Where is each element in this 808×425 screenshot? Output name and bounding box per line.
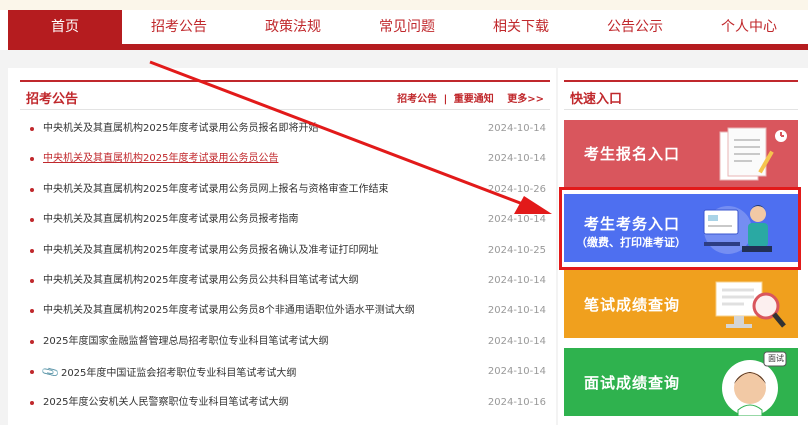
news-title-link[interactable]: 中央机关及其直属机构2025年度考试录用公务员8个非通用语职位外语水平测试大纲 — [43, 296, 415, 326]
news-item: 2025年度国家金融监督管理总局招考职位专业科目笔试考试大纲 2024-10-14 — [26, 327, 550, 357]
document-illustration-icon — [719, 127, 789, 181]
bullet-dot — [30, 370, 34, 375]
news-item: 中央机关及其直属机构2025年度考试录用公务员报名即将开始 2024-10-14 — [26, 114, 550, 144]
news-date: 2024-10-14 — [487, 153, 546, 165]
announcements-header: 招考公告 招考公告 | 重要通知 更多>> — [20, 80, 550, 110]
quick-entry-header: 快速入口 — [564, 80, 798, 110]
news-title-link[interactable]: 中央机关及其直属机构2025年度考试录用公务员报名确认及准考证打印网址 — [43, 236, 378, 266]
bullet-dot — [30, 278, 34, 283]
link-important-notices[interactable]: 重要通知 — [454, 94, 494, 105]
news-item: 中央机关及其直属机构2025年度考试录用公务员报考指南 2024-10-14 — [26, 205, 550, 235]
news-date: 2024-10-14 — [487, 123, 546, 134]
quick-entry-title: 快速入口 — [570, 92, 623, 107]
nav-item-downloads[interactable]: 相关下载 — [464, 10, 578, 44]
news-list: 中央机关及其直属机构2025年度考试录用公务员报名即将开始 2024-10-14 … — [26, 114, 550, 418]
nav-item-faq[interactable]: 常见问题 — [350, 10, 464, 44]
announcements-panel: 招考公告 招考公告 | 重要通知 更多>> 中央机关及其直属机构2025年度考试… — [8, 68, 556, 425]
monitor-magnifier-illustration-icon — [715, 281, 786, 328]
news-date: 2024-10-14 — [487, 366, 546, 378]
nav-item-public-notices[interactable]: 公告公示 — [578, 10, 692, 44]
news-item: 📎2025年度中国证监会招考职位专业科目笔试考试大纲 2024-10-14 — [26, 357, 550, 387]
link-separator: | — [443, 94, 448, 105]
news-item: 中央机关及其直属机构2025年度考试录用公务员8个非通用语职位外语水平测试大纲 2… — [26, 296, 550, 326]
announcements-title: 招考公告 — [26, 92, 79, 107]
interview-results-query-button[interactable]: 面试成绩查询 面试 — [564, 348, 798, 416]
news-item: 2025年度公安机关人民警察职位专业科目笔试考试大纲 2024-10-16 — [26, 388, 550, 418]
news-date: 2024-10-14 — [487, 214, 546, 226]
news-title-link[interactable]: 中央机关及其直属机构2025年度考试录用公务员报考指南 — [43, 205, 298, 235]
news-title-link[interactable]: 中央机关及其直属机构2025年度考试录用公务员报名即将开始 — [43, 114, 318, 144]
annotation-highlight-box — [559, 187, 801, 270]
bullet-dot — [30, 127, 34, 131]
bullet-dot — [30, 400, 34, 405]
news-title-link[interactable]: 中央机关及其直属机构2025年度考试录用公务员公共科目笔试考试大纲 — [43, 266, 358, 296]
news-title-link[interactable]: 中央机关及其直属机构2025年度考试录用公务员网上报名与资格审查工作结束 — [43, 175, 388, 205]
news-date: 2024-10-25 — [487, 244, 546, 256]
bullet-dot — [30, 339, 34, 344]
news-title-text: 2025年度中国证监会招考职位专业科目笔试考试大纲 — [60, 368, 297, 380]
link-recruitment-notices[interactable]: 招考公告 — [397, 94, 437, 105]
nav-item-personal-center[interactable]: 个人中心 — [692, 10, 806, 44]
news-date: 2024-10-14 — [487, 335, 546, 347]
news-title-link-wrapper[interactable]: 📎2025年度中国证监会招考职位专业科目笔试考试大纲 — [40, 357, 297, 389]
card-label: 面试成绩查询 — [584, 374, 681, 392]
news-item: 中央机关及其直属机构2025年度考试录用公务员公告 2024-10-14 — [26, 144, 550, 174]
bullet-dot — [30, 309, 34, 314]
announcements-links: 招考公告 | 重要通知 更多>> — [397, 90, 544, 105]
top-strip — [0, 0, 808, 10]
news-item: 中央机关及其直属机构2025年度考试录用公务员网上报名与资格审查工作结束 2024… — [26, 175, 550, 205]
bullet-dot — [30, 157, 34, 162]
news-title-link[interactable]: 2025年度公安机关人民警察职位专业科目笔试考试大纲 — [43, 388, 288, 418]
news-item: 中央机关及其直属机构2025年度考试录用公务员公共科目笔试考试大纲 2024-10… — [26, 266, 550, 296]
bullet-dot — [30, 218, 34, 223]
nav-list: 首页 招考公告 政策法规 常见问题 相关下载 公告公示 个人中心 — [8, 10, 808, 50]
news-item: 中央机关及其直属机构2025年度考试录用公务员报名确认及准考证打印网址 2024-… — [26, 236, 550, 266]
bullet-dot — [30, 248, 34, 253]
card-label: 笔试成绩查询 — [584, 296, 681, 314]
nav-underline-bar — [8, 44, 808, 50]
more-link[interactable]: 更多>> — [507, 94, 544, 105]
news-date: 2024-10-14 — [487, 305, 546, 317]
card-label: 考生报名入口 — [584, 145, 681, 163]
candidate-registration-entry-button[interactable]: 考生报名入口 — [564, 120, 798, 188]
news-title-link[interactable]: 中央机关及其直属机构2025年度考试录用公务员公告 — [43, 144, 278, 174]
news-date: 2024-10-26 — [487, 183, 546, 195]
main-nav: 首页 招考公告 政策法规 常见问题 相关下载 公告公示 个人中心 — [0, 10, 808, 50]
nav-item-policies[interactable]: 政策法规 — [236, 10, 350, 44]
written-exam-results-query-button[interactable]: 笔试成绩查询 — [564, 270, 798, 338]
bullet-dot — [30, 187, 34, 192]
news-title-link[interactable]: 2025年度国家金融监督管理总局招考职位专业科目笔试考试大纲 — [43, 327, 328, 357]
nav-item-recruitment-notices[interactable]: 招考公告 — [122, 10, 236, 44]
news-date: 2024-10-16 — [487, 396, 546, 408]
interview-badge: 面试 — [768, 354, 784, 363]
news-date: 2024-10-14 — [487, 274, 546, 286]
